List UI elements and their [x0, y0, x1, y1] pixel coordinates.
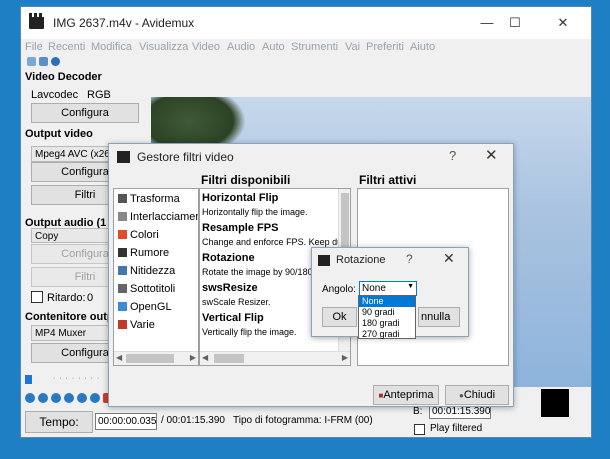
category-item[interactable]: Interlacciamen [118, 211, 198, 223]
sharpness-icon [118, 266, 127, 275]
chevron-down-icon: ▼ [407, 283, 414, 290]
delay-checkbox[interactable] [31, 291, 43, 303]
container-title: Contenitore outpu [25, 311, 121, 323]
filter-desc: swScale Resizer. [202, 297, 271, 307]
info-icon[interactable] [51, 57, 60, 66]
b-marker-label: B: [413, 406, 423, 417]
colors-icon [118, 230, 127, 239]
filters-dialog-title: Gestore filtri video [137, 150, 234, 164]
menu-file[interactable]: File [25, 41, 43, 53]
angle-option[interactable]: 270 gradi [359, 329, 415, 340]
angle-option[interactable]: None [359, 296, 415, 307]
category-item[interactable]: Sottotitoli [118, 283, 175, 295]
close-icon[interactable]: ✕ [485, 146, 498, 164]
transform-icon [118, 194, 127, 203]
save-icon[interactable] [39, 57, 48, 66]
filter-name[interactable]: Resample FPS [202, 222, 278, 234]
menu-preferiti[interactable]: Preferiti [366, 41, 404, 53]
category-list[interactable]: Trasforma Interlacciamen Colori Rumore N… [113, 188, 199, 366]
prev-keyframe-icon[interactable] [90, 393, 100, 403]
tempo-button[interactable]: Tempo: [25, 411, 93, 433]
menu-strumenti[interactable]: Strumenti [291, 41, 338, 53]
filter-name[interactable]: swsResize [202, 282, 258, 294]
angle-select[interactable]: None ▼ [359, 281, 417, 296]
filters-close-button[interactable]: ●Chiudi [445, 385, 509, 405]
color-preview [541, 389, 569, 417]
menu-audio[interactable]: Audio [227, 41, 255, 53]
category-item[interactable]: Trasforma [118, 193, 180, 205]
slider-knob[interactable] [25, 375, 32, 384]
menu-auto[interactable]: Auto [262, 41, 285, 53]
menu-vai[interactable]: Vai [345, 41, 360, 53]
minimize-button[interactable]: — [475, 13, 499, 33]
menu-aiuto[interactable]: Aiuto [410, 41, 435, 53]
filter-desc: Vertically flip the image. [202, 327, 297, 337]
filter-desc: Rotate the image by 90/180/27 [202, 267, 326, 277]
menu-modifica[interactable]: Modifica [91, 41, 132, 53]
angle-dropdown-list[interactable]: None 90 gradi 180 gradi 270 gradi [358, 295, 416, 339]
menu-video[interactable]: Video [192, 41, 220, 53]
open-icon[interactable] [27, 57, 36, 66]
ok-button[interactable]: Ok [322, 307, 357, 327]
available-filters-header: Filtri disponibili [201, 173, 291, 187]
subtitles-icon [118, 284, 127, 293]
close-button[interactable]: ✕ [551, 13, 575, 33]
menu-visualizza[interactable]: Visualizza [139, 41, 188, 53]
output-video-title: Output video [25, 128, 93, 140]
cancel-button[interactable]: nnulla [418, 307, 460, 327]
lavcodec-label: Lavcodec [31, 89, 79, 101]
menu-recenti[interactable]: Recenti [48, 41, 85, 53]
window-title: IMG 2637.m4v - Avidemux [53, 16, 195, 30]
filter-name[interactable]: Vertical Flip [202, 312, 264, 324]
category-item[interactable]: Rumore [118, 247, 169, 259]
category-item[interactable]: Nitidezza [118, 265, 175, 277]
help-icon[interactable]: ? [449, 148, 456, 163]
title-bar: IMG 2637.m4v - Avidemux — ☐ ✕ [21, 7, 591, 39]
clapperboard-icon [117, 151, 130, 163]
preview-button[interactable]: ■Anteprima [373, 385, 439, 405]
rewind-icon[interactable] [38, 393, 48, 403]
clapperboard-icon [29, 13, 44, 29]
category-hscroll[interactable]: ◀ ▶ [114, 351, 198, 365]
category-item[interactable]: Varie [118, 319, 155, 331]
menu-bar: File Recenti Modifica Visualizza Video A… [21, 39, 591, 57]
current-time-field[interactable]: 00:00:00.035 [95, 413, 157, 430]
next-frame-icon[interactable] [77, 393, 87, 403]
rgb-label: RGB [87, 89, 111, 101]
timeline-ticks: · · · · · · · · [53, 375, 101, 382]
timeline-slider[interactable]: · · · · · · · · [25, 375, 109, 384]
active-filters-header: Filtri attivi [359, 173, 417, 187]
category-item[interactable]: Colori [118, 229, 159, 241]
clapperboard-icon [318, 255, 330, 266]
interlace-icon [118, 212, 127, 221]
rotation-dialog-title: Rotazione [336, 254, 386, 266]
angle-option[interactable]: 180 gradi [359, 318, 415, 329]
opengl-icon [118, 302, 127, 311]
maximize-button[interactable]: ☐ [503, 13, 527, 33]
category-item[interactable]: OpenGL [118, 301, 172, 313]
close-icon[interactable]: ✕ [443, 250, 455, 267]
angle-label: Angolo: [322, 284, 356, 295]
delay-value: 0 [87, 292, 94, 304]
decoder-config-button[interactable]: Configura [31, 103, 139, 123]
total-time: / 00:01:15.390 [161, 415, 225, 426]
play-filtered-checkbox[interactable] [414, 424, 425, 435]
frame-type: Tipo di fotogramma: I-FRM (00) [233, 415, 373, 426]
filters-hscroll[interactable]: ◀ ▶ [200, 351, 350, 365]
play-filtered-label: Play filtered [430, 423, 483, 434]
noise-icon [118, 248, 127, 257]
angle-option[interactable]: 90 gradi [359, 307, 415, 318]
play-icon[interactable] [25, 393, 35, 403]
misc-icon [118, 320, 127, 329]
prev-frame-icon[interactable] [64, 393, 74, 403]
forward-icon[interactable] [51, 393, 61, 403]
help-icon[interactable]: ? [406, 252, 413, 266]
video-decoder-title: Video Decoder [25, 71, 102, 83]
filter-name[interactable]: Rotazione [202, 252, 255, 264]
filter-name[interactable]: Horizontal Flip [202, 192, 278, 204]
filter-desc: Change and enforce FPS. Keep dura [202, 237, 351, 247]
delay-label: Ritardo: [47, 292, 86, 304]
filter-desc: Horizontally flip the image. [202, 207, 308, 217]
